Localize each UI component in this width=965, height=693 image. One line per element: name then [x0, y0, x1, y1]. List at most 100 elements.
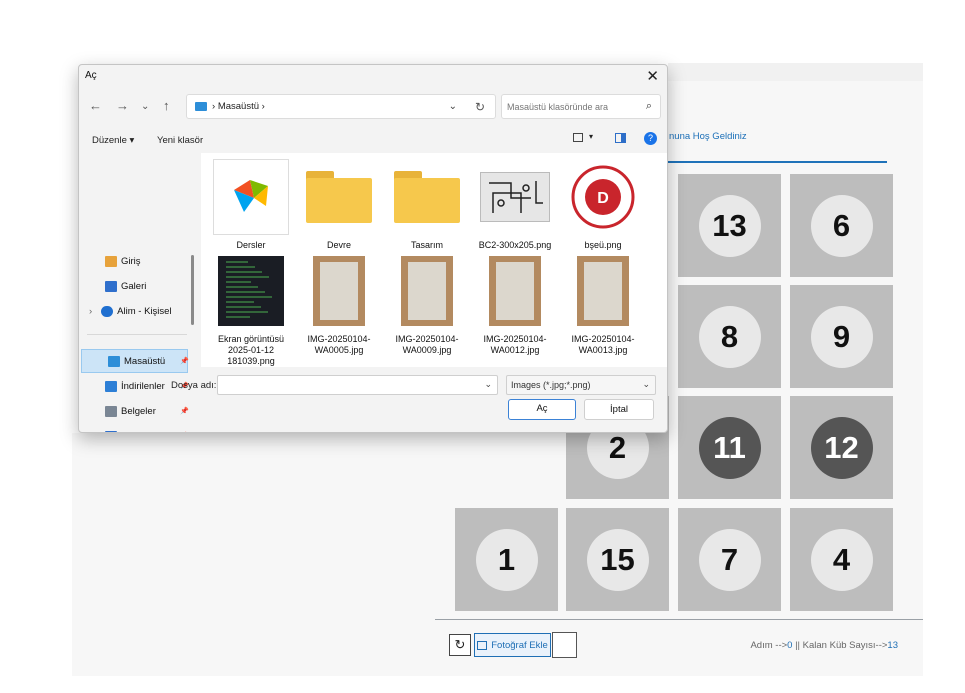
expand-chevron-icon[interactable]: ›	[89, 306, 92, 317]
tile-number: 7	[698, 528, 761, 591]
address-bar[interactable]: › Masaüstü › ⌄ ↻	[186, 94, 496, 119]
photo-thumbnail	[389, 253, 465, 329]
command-bar: Düzenle ▾ Yeni klasör ▾ ?	[79, 128, 667, 153]
onedrive-icon	[101, 305, 114, 317]
chevron-down-icon[interactable]: ⌄	[642, 379, 650, 390]
folder-image	[394, 171, 460, 223]
nav-item-4[interactable]: Masaüstü 📌	[81, 349, 189, 373]
photo-image	[489, 256, 541, 326]
puzzle-tile[interactable]: 8	[678, 285, 781, 388]
pin-icon: 📌	[180, 432, 189, 433]
puzzle-tile[interactable]: 12	[790, 396, 893, 499]
refresh-icon: ↻	[454, 637, 466, 652]
puzzle-tile[interactable]: 6	[790, 174, 893, 277]
nav-item-7[interactable]: Resimler 📌	[79, 424, 189, 433]
logo-thumbnail: D	[565, 159, 641, 235]
file-name: bşeü.png	[584, 240, 622, 250]
refresh-button[interactable]: ↻	[449, 634, 471, 656]
file-item[interactable]: Ekran görüntüsü 2025-01-12 181039.png	[209, 253, 293, 367]
file-type-value: Images (*.jpg;*.png)	[511, 380, 591, 390]
nav-item-6[interactable]: Belgeler 📌	[79, 399, 189, 423]
cancel-button[interactable]: İptal	[584, 399, 654, 420]
file-name: IMG-20250104-WA0005.jpg	[307, 334, 371, 355]
back-arrow-icon[interactable]: ←	[89, 98, 102, 113]
puzzle-tile[interactable]: 7	[678, 508, 781, 611]
nav-label: Alim - Kişisel	[117, 305, 172, 317]
image-icon	[477, 640, 488, 650]
open-file-dialog: Aç ✕ ← → ⌄ ↑ › Masaüstü › ⌄ ↻ Masaüstü k…	[78, 64, 668, 433]
new-folder-button[interactable]: Yeni klasör	[157, 135, 203, 146]
file-type-select[interactable]: Images (*.jpg;*.png) ⌄	[506, 375, 656, 395]
tile-number: 15	[586, 528, 649, 591]
close-icon[interactable]: ✕	[646, 67, 659, 85]
search-input[interactable]: Masaüstü klasöründe ara ⌕	[501, 94, 661, 119]
tile-number: 4	[810, 528, 873, 591]
organize-menu[interactable]: Düzenle ▾	[92, 135, 134, 146]
file-item[interactable]: Dbşeü.png	[561, 159, 645, 251]
search-icon: ⌕	[645, 100, 652, 112]
photo-image	[401, 256, 453, 326]
file-list: Dersler Devre Tasarım BC2-300x205.png Dbşeü.…	[201, 153, 667, 367]
breadcrumb-chevron[interactable]: ›	[262, 101, 265, 112]
folder-thumbnail	[301, 159, 377, 235]
app-header-strip	[668, 63, 923, 81]
refresh-icon[interactable]: ↻	[475, 100, 485, 114]
forward-arrow-icon[interactable]: →	[116, 98, 129, 113]
photo-thumbnail	[301, 253, 377, 329]
status-remaining-value: 13	[887, 640, 898, 651]
svg-text:D: D	[597, 190, 609, 207]
nav-item-1[interactable]: Giriş	[79, 249, 187, 273]
puzzle-tile[interactable]: 13	[678, 174, 781, 277]
file-item[interactable]: IMG-20250104-WA0009.jpg	[385, 253, 469, 356]
view-icon[interactable]	[573, 133, 583, 142]
download-icon	[105, 380, 117, 392]
file-name: Ekran görüntüsü 2025-01-12 181039.png	[217, 334, 285, 366]
app-image	[228, 176, 274, 219]
file-item[interactable]: Devre	[297, 159, 381, 251]
photo-image	[577, 256, 629, 326]
tile-number: 12	[810, 416, 873, 479]
preview-pane-icon[interactable]	[615, 133, 626, 143]
nav-item-2[interactable]: Galeri	[79, 274, 187, 298]
up-arrow-icon[interactable]: ↑	[163, 98, 170, 113]
pcb-image	[480, 172, 550, 222]
status-text: Adım -->0 || Kalan Küb Sayısı-->13	[750, 640, 898, 651]
tile-number: 1	[475, 528, 538, 591]
tile-number: 9	[810, 305, 873, 368]
extra-button[interactable]	[552, 632, 577, 658]
file-item[interactable]: BC2-300x205.png	[473, 159, 557, 251]
code-image	[218, 256, 284, 326]
file-item[interactable]: IMG-20250104-WA0005.jpg	[297, 253, 381, 356]
puzzle-tile[interactable]: 11	[678, 396, 781, 499]
tile-number: 6	[810, 194, 873, 257]
filename-input[interactable]: ⌄	[217, 375, 498, 395]
puzzle-tile[interactable]: 9	[790, 285, 893, 388]
file-item[interactable]: IMG-20250104-WA0012.jpg	[473, 253, 557, 356]
history-dropdown-icon[interactable]: ⌄	[449, 101, 457, 112]
file-item[interactable]: Dersler	[209, 159, 293, 251]
breadcrumb-separator: ›	[212, 101, 216, 112]
photo-thumbnail	[565, 253, 641, 329]
open-button[interactable]: Aç	[508, 399, 576, 420]
add-photo-button[interactable]: Fotoğraf Ekle	[474, 633, 551, 657]
chevron-down-icon[interactable]: ⌄	[141, 101, 149, 112]
nav-divider	[87, 334, 187, 335]
chevron-down-icon[interactable]: ⌄	[484, 379, 492, 390]
file-item[interactable]: IMG-20250104-WA0013.jpg	[561, 253, 645, 356]
photo-thumbnail	[477, 253, 553, 329]
puzzle-tile[interactable]: 1	[455, 508, 558, 611]
nav-scrollbar[interactable]	[191, 255, 194, 325]
divider	[435, 619, 923, 620]
puzzle-tile[interactable]: 4	[790, 508, 893, 611]
view-dropdown-icon[interactable]: ▾	[589, 132, 593, 141]
file-name: Devre	[326, 240, 351, 250]
nav-item-3[interactable]: › Alim - Kişisel	[79, 299, 187, 323]
help-icon[interactable]: ?	[644, 132, 657, 145]
desktop-folder-icon	[195, 102, 207, 111]
gallery-icon	[105, 280, 117, 292]
pcb-thumbnail	[477, 159, 553, 235]
file-item[interactable]: Tasarım	[385, 159, 469, 251]
tile-number: 13	[698, 194, 761, 257]
breadcrumb-folder[interactable]: Masaüstü	[218, 101, 259, 112]
puzzle-tile[interactable]: 15	[566, 508, 669, 611]
